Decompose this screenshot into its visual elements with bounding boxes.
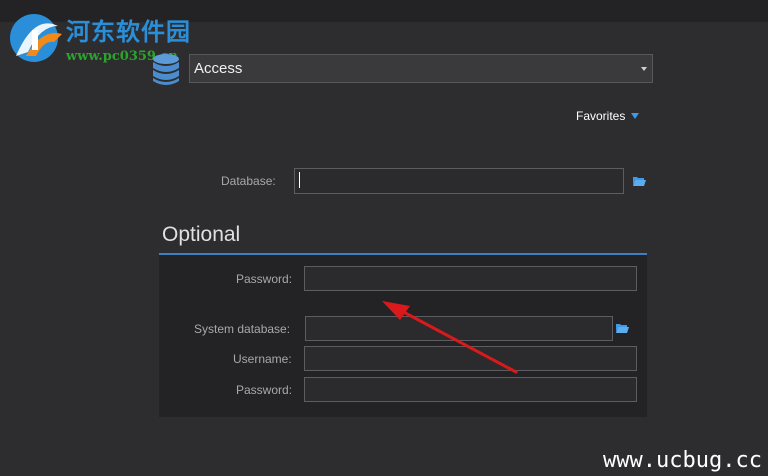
folder-open-icon[interactable] xyxy=(615,322,629,334)
favorites-menu[interactable]: Favorites xyxy=(576,108,640,124)
password-field-2[interactable] xyxy=(304,377,637,402)
provider-select[interactable]: Access xyxy=(189,54,653,83)
password-label: Password: xyxy=(236,272,293,286)
database-label: Database: xyxy=(221,174,276,188)
text-caret xyxy=(299,172,300,188)
system-database-label: System database: xyxy=(194,322,291,336)
watermark-bottom: www.ucbug.cc xyxy=(603,448,762,473)
database-icon xyxy=(153,54,179,85)
chevron-down-icon xyxy=(641,67,647,71)
watermark-logo xyxy=(10,14,62,62)
password-label-2: Password: xyxy=(236,383,293,397)
optional-section-title: Optional xyxy=(162,223,241,246)
username-label: Username: xyxy=(233,352,292,366)
annotation-arrow-icon xyxy=(382,301,518,374)
folder-open-icon[interactable] xyxy=(632,175,646,187)
favorites-label: Favorites xyxy=(576,109,626,123)
watermark-title: 河东软件园 xyxy=(66,17,191,46)
triangle-down-icon xyxy=(631,113,640,119)
provider-select-value: Access xyxy=(194,60,243,77)
password-field[interactable] xyxy=(304,266,637,291)
database-field[interactable] xyxy=(294,168,624,194)
